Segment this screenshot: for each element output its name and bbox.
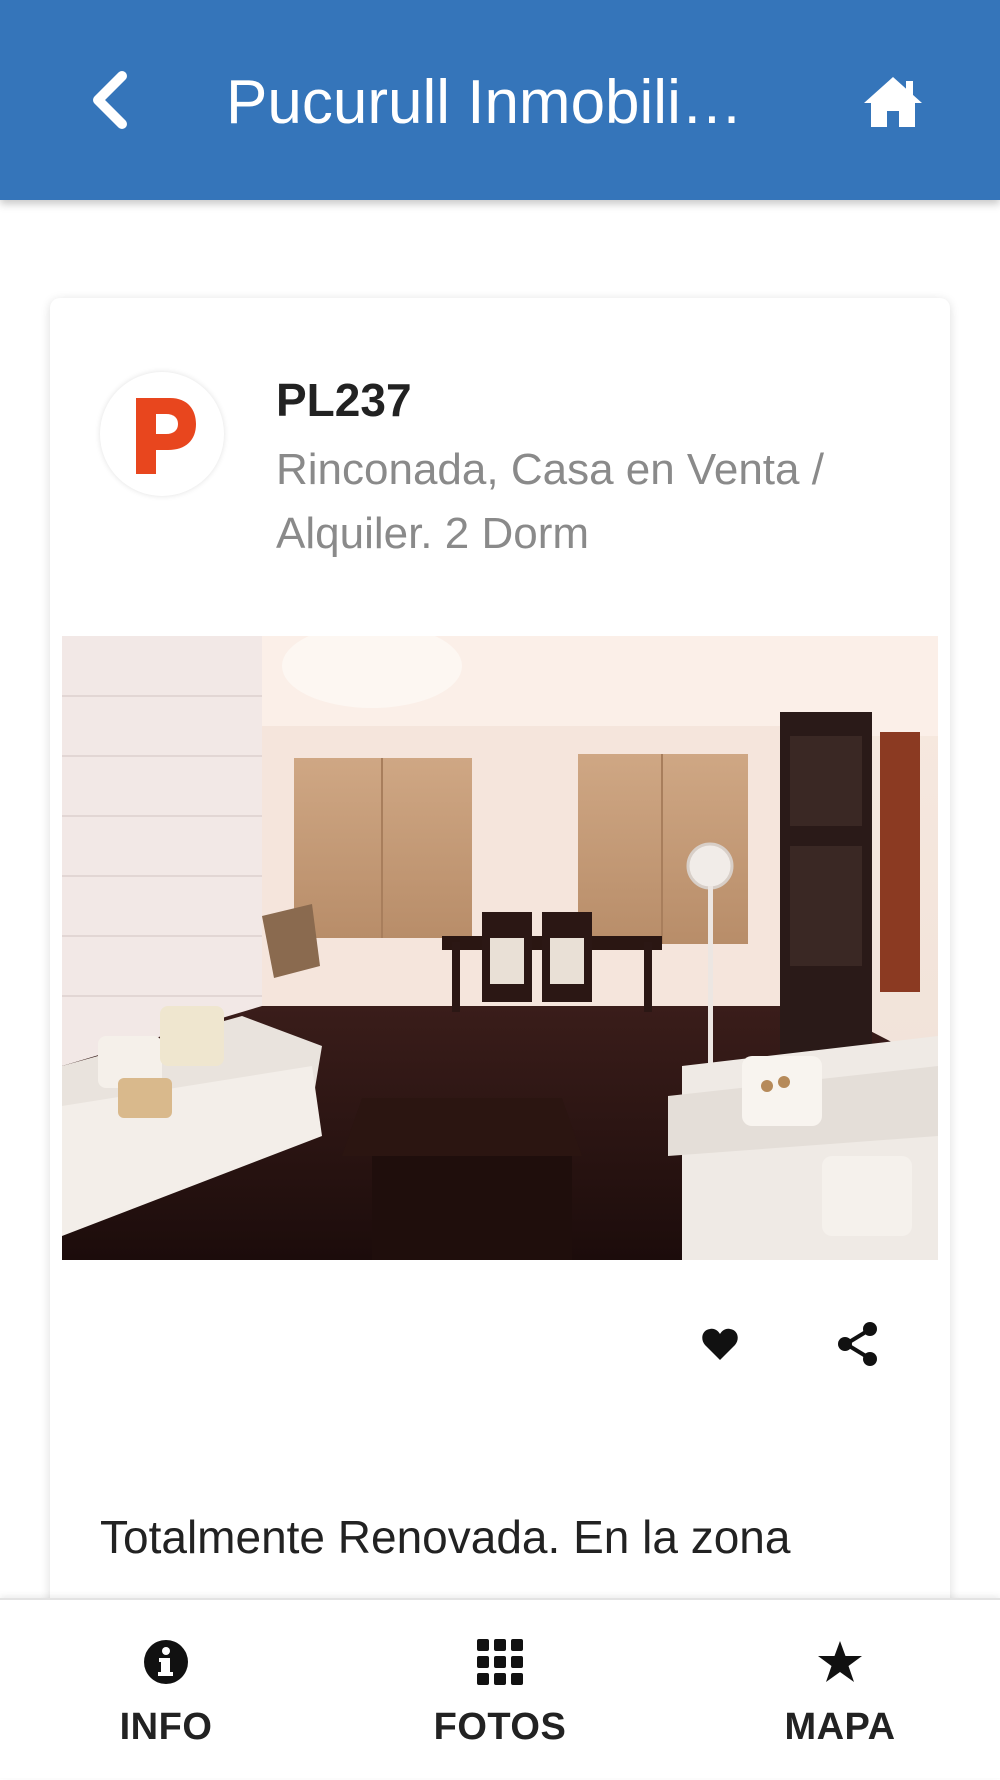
nav-fotos[interactable]: FOTOS bbox=[390, 1600, 610, 1780]
info-icon bbox=[143, 1636, 189, 1688]
listing-card: PL237 Rinconada, Casa en Venta / Alquile… bbox=[50, 298, 950, 1598]
home-icon bbox=[862, 75, 924, 134]
nav-fotos-label: FOTOS bbox=[433, 1706, 567, 1748]
content-scroll[interactable]: PL237 Rinconada, Casa en Venta / Alquile… bbox=[0, 200, 1000, 1598]
agency-logo bbox=[100, 372, 224, 496]
share-button[interactable] bbox=[828, 1316, 888, 1376]
property-description: Totalmente Renovada. En la zona bbox=[100, 1511, 791, 1563]
star-icon bbox=[817, 1636, 863, 1688]
back-button[interactable] bbox=[80, 66, 140, 138]
bottom-navigation: INFO FOTOS MAPA bbox=[0, 1598, 1000, 1778]
chevron-left-icon bbox=[90, 70, 130, 135]
nav-info[interactable]: INFO bbox=[56, 1600, 276, 1780]
nav-mapa[interactable]: MAPA bbox=[730, 1600, 950, 1780]
logo-mark bbox=[136, 398, 196, 474]
home-button[interactable] bbox=[858, 72, 928, 136]
nav-info-label: INFO bbox=[119, 1706, 213, 1748]
grid-icon bbox=[477, 1636, 523, 1688]
nav-mapa-label: MAPA bbox=[784, 1706, 896, 1748]
property-subtitle: Rinconada, Casa en Venta / Alquiler. 2 D… bbox=[276, 445, 824, 558]
favorite-button[interactable] bbox=[690, 1316, 750, 1376]
heart-icon bbox=[701, 1327, 739, 1366]
property-code: PL237 bbox=[276, 374, 412, 426]
app-bar: Pucurull Inmobili… bbox=[0, 0, 1000, 200]
photo-illustration bbox=[62, 636, 938, 1260]
living-room-photo[interactable] bbox=[62, 636, 938, 1260]
app-title: Pucurull Inmobili… bbox=[226, 68, 743, 137]
share-icon bbox=[836, 1321, 880, 1372]
